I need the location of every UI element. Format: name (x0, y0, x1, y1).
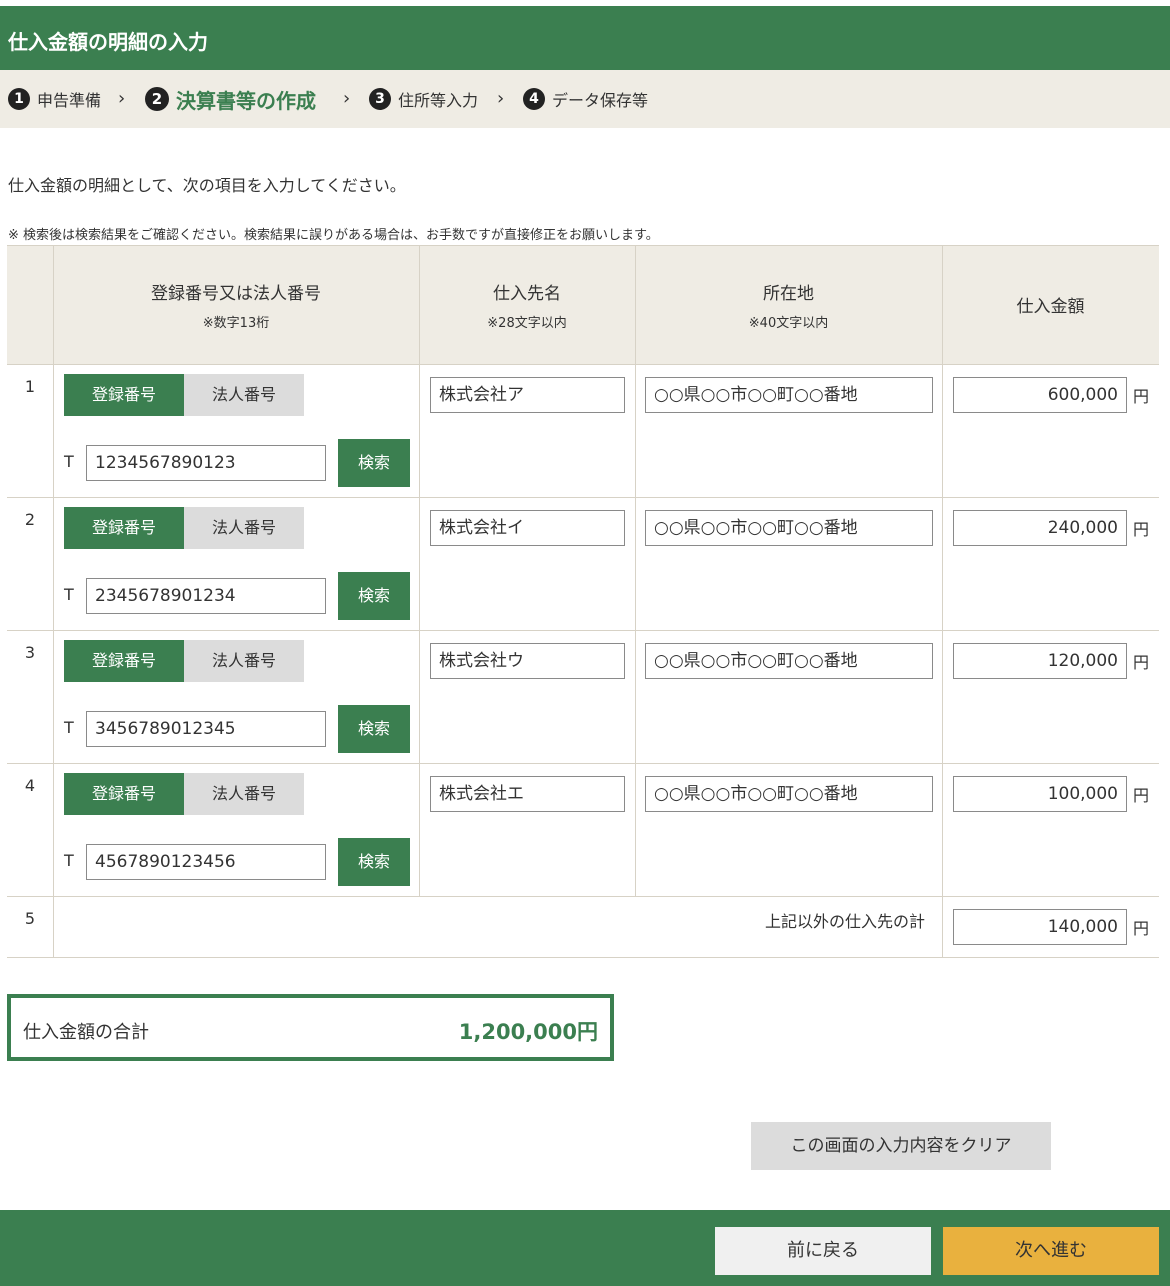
chevron-right-icon: › (343, 88, 351, 109)
yen-unit: 円 (1133, 520, 1150, 539)
step-3: 3 住所等入力 (369, 70, 478, 128)
intro-text: 仕入金額の明細として、次の項目を入力してください。 (8, 176, 406, 195)
clear-input-button[interactable]: この画面の入力内容をクリア (751, 1122, 1051, 1170)
step-2-number: 2 (145, 87, 169, 111)
registration-number-input[interactable]: 2345678901234 (86, 578, 326, 614)
supplier-name-input[interactable]: 株式会社ア (430, 377, 625, 413)
row-number: 5 (24, 909, 36, 928)
header-name-sub: ※28文字以内 (487, 316, 567, 331)
number-type-toggle: 登録番号 法人番号 (64, 773, 304, 815)
header-address: 所在地 ※40文字以内 (635, 279, 942, 331)
total-summary: 仕入金額の合計 1,200,000円 (7, 994, 614, 1061)
step-4-number: 4 (523, 88, 545, 110)
registration-number-input[interactable]: 4567890123456 (86, 844, 326, 880)
header-amount: 仕入金額 (942, 292, 1159, 317)
total-value: 1,200,000円 (458, 1020, 598, 1044)
page-header: 仕入金額の明細の入力 (0, 6, 1170, 70)
registration-number-input[interactable]: 3456789012345 (86, 711, 326, 747)
column-divider (942, 245, 943, 957)
toggle-corporate-number[interactable]: 法人番号 (184, 640, 304, 682)
amount-input[interactable]: 120,000 (953, 643, 1127, 679)
yen-unit: 円 (1133, 387, 1150, 406)
header-addr-title: 所在地 (763, 284, 814, 304)
row-divider (7, 630, 1159, 631)
t-prefix: T (64, 851, 74, 870)
step-2-label: 決算書等の作成 (176, 88, 316, 113)
step-3-label: 住所等入力 (398, 91, 479, 110)
amount-input[interactable]: 600,000 (953, 377, 1127, 413)
search-button[interactable]: 検索 (338, 572, 410, 620)
footer-bar: 前に戻る 次へ進む (0, 1210, 1170, 1286)
step-4-label: データ保存等 (552, 91, 649, 110)
total-label: 仕入金額の合計 (23, 1022, 149, 1043)
amount-input[interactable]: 240,000 (953, 510, 1127, 546)
step-1: 1 申告準備 (8, 70, 101, 128)
amount-input[interactable]: 100,000 (953, 776, 1127, 812)
toggle-corporate-number[interactable]: 法人番号 (184, 374, 304, 416)
toggle-registration-number[interactable]: 登録番号 (64, 640, 184, 682)
column-divider (419, 245, 420, 896)
row-divider (7, 896, 1159, 897)
header-reg-sub: ※数字13桁 (202, 316, 270, 331)
header-reg-title: 登録番号又は法人番号 (151, 284, 321, 304)
search-button[interactable]: 検索 (338, 439, 410, 487)
toggle-corporate-number[interactable]: 法人番号 (184, 773, 304, 815)
page-title: 仕入金額の明細の入力 (8, 30, 208, 54)
number-type-toggle: 登録番号 法人番号 (64, 640, 304, 682)
row-divider (7, 957, 1159, 958)
search-note: ※ 検索後は検索結果をご確認ください。検索結果に誤りがある場合は、お手数ですが直… (8, 228, 659, 243)
next-button[interactable]: 次へ進む (943, 1227, 1159, 1275)
header-supplier-name: 仕入先名 ※28文字以内 (419, 279, 635, 331)
address-input[interactable]: ○○県○○市○○町○○番地 (645, 377, 933, 413)
other-suppliers-label: 上記以外の仕入先の計 (765, 912, 926, 931)
registration-number-input[interactable]: 1234567890123 (86, 445, 326, 481)
search-button[interactable]: 検索 (338, 705, 410, 753)
step-1-number: 1 (8, 88, 30, 110)
address-input[interactable]: ○○県○○市○○町○○番地 (645, 643, 933, 679)
progress-steps: 1 申告準備 › 2 決算書等の作成 › 3 住所等入力 › 4 データ保存等 (0, 70, 1170, 128)
toggle-registration-number[interactable]: 登録番号 (64, 507, 184, 549)
chevron-right-icon: › (118, 88, 126, 109)
other-amount-input[interactable]: 140,000 (953, 909, 1127, 945)
t-prefix: T (64, 585, 74, 604)
step-1-label: 申告準備 (37, 91, 102, 110)
back-button[interactable]: 前に戻る (715, 1227, 931, 1275)
row-number: 2 (24, 510, 36, 529)
row-number: 1 (24, 377, 36, 396)
column-divider (53, 245, 54, 957)
chevron-right-icon: › (497, 88, 505, 109)
step-2-current: 2 決算書等の作成 (145, 70, 316, 128)
t-prefix: T (64, 452, 74, 471)
row-number: 4 (24, 776, 36, 795)
supplier-name-input[interactable]: 株式会社イ (430, 510, 625, 546)
row-number: 3 (24, 643, 36, 662)
header-name-title: 仕入先名 (493, 284, 561, 304)
step-4: 4 データ保存等 (523, 70, 648, 128)
row-divider (7, 763, 1159, 764)
header-addr-sub: ※40文字以内 (748, 316, 829, 331)
column-divider (635, 245, 636, 896)
address-input[interactable]: ○○県○○市○○町○○番地 (645, 510, 933, 546)
header-reg-number: 登録番号又は法人番号 ※数字13桁 (53, 279, 419, 331)
toggle-registration-number[interactable]: 登録番号 (64, 374, 184, 416)
row-divider (7, 497, 1159, 498)
address-input[interactable]: ○○県○○市○○町○○番地 (645, 776, 933, 812)
t-prefix: T (64, 718, 74, 737)
yen-unit: 円 (1133, 653, 1150, 672)
yen-unit: 円 (1133, 786, 1150, 805)
header-amount-title: 仕入金額 (1016, 297, 1085, 317)
step-3-number: 3 (369, 88, 391, 110)
supplier-name-input[interactable]: 株式会社ウ (430, 643, 625, 679)
toggle-corporate-number[interactable]: 法人番号 (184, 507, 304, 549)
toggle-registration-number[interactable]: 登録番号 (64, 773, 184, 815)
number-type-toggle: 登録番号 法人番号 (64, 374, 304, 416)
yen-unit: 円 (1133, 919, 1150, 938)
number-type-toggle: 登録番号 法人番号 (64, 507, 304, 549)
search-button[interactable]: 検索 (338, 838, 410, 886)
supplier-name-input[interactable]: 株式会社エ (430, 776, 625, 812)
